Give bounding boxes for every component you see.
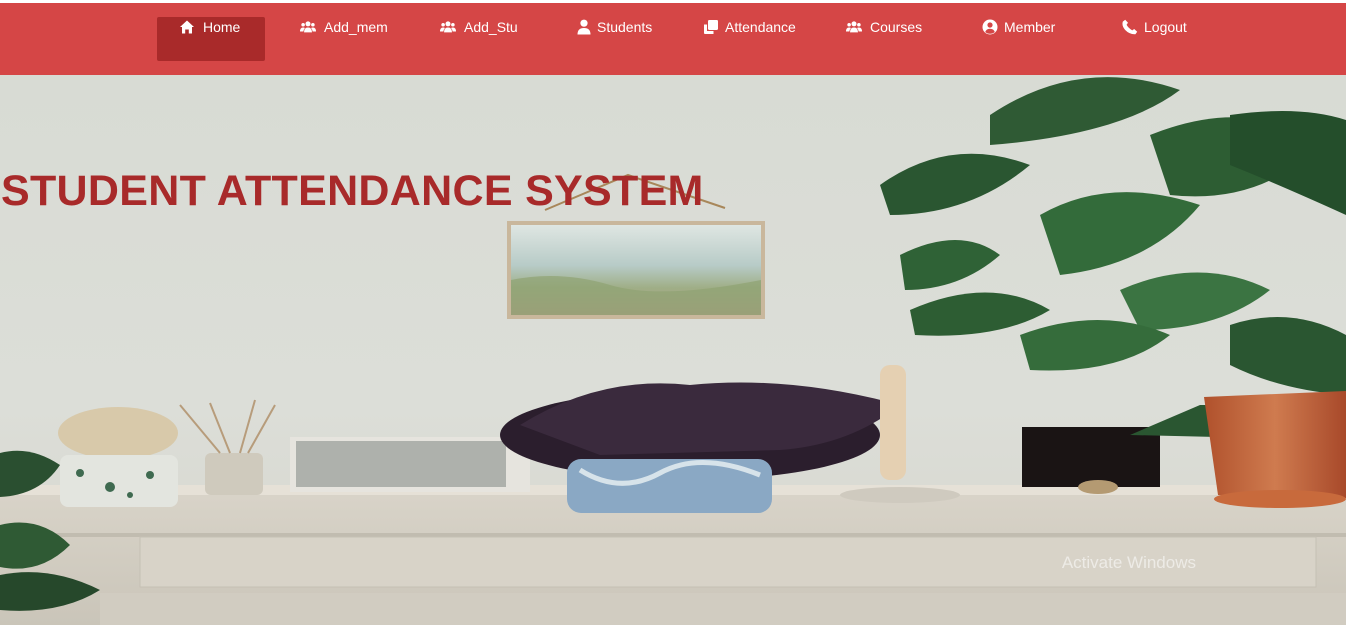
nav-add-mem-label: Add_mem — [324, 19, 388, 35]
nav-home-label: Home — [203, 19, 241, 35]
top-navbar: Home Add_mem Add_Stu Students Attendance… — [0, 3, 1346, 75]
windows-watermark: Activate Windows — [1061, 553, 1196, 572]
nav-logout[interactable]: Logout — [1122, 17, 1187, 61]
hero-background-image — [0, 75, 1346, 625]
users-icon — [300, 19, 318, 35]
nav-attendance[interactable]: Attendance — [703, 17, 796, 61]
nav-home[interactable]: Home — [157, 17, 265, 61]
nav-courses[interactable]: Courses — [846, 17, 922, 61]
nav-member[interactable]: Member — [982, 17, 1055, 61]
nav-courses-label: Courses — [870, 19, 923, 35]
users-icon — [846, 19, 864, 35]
users-icon — [440, 19, 458, 35]
nav-students-label: Students — [597, 19, 653, 35]
home-icon — [179, 19, 197, 35]
page-title: STUDENT ATTENDANCE SYSTEM — [1, 167, 704, 215]
nav-logout-label: Logout — [1144, 19, 1187, 35]
nav-add-stu-label: Add_Stu — [464, 19, 518, 35]
phone-icon — [1122, 19, 1138, 35]
user-circle-icon — [982, 19, 998, 35]
copy-icon — [703, 19, 719, 35]
user-icon — [576, 19, 591, 35]
nav-add-stu[interactable]: Add_Stu — [440, 17, 518, 61]
nav-attendance-label: Attendance — [725, 19, 796, 35]
nav-add-mem[interactable]: Add_mem — [300, 17, 388, 61]
nav-students[interactable]: Students — [576, 17, 652, 61]
nav-member-label: Member — [1004, 19, 1056, 35]
hero-banner: STUDENT ATTENDANCE SYSTEM Activate Windo… — [0, 75, 1346, 625]
